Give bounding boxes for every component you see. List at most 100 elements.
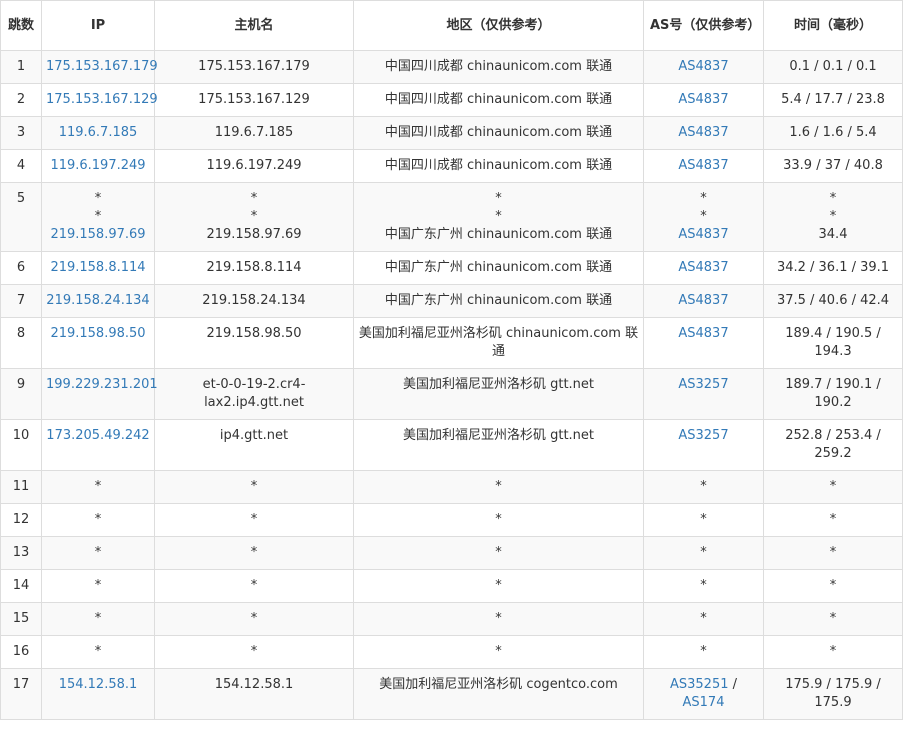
region-text: * (495, 479, 502, 494)
ip-link[interactable]: 154.12.58.1 (46, 676, 150, 694)
ip-link[interactable]: 175.153.167.129 (46, 91, 158, 109)
table-row: 11 * * * * * (0, 470, 903, 504)
ip-cell: 119.6.7.185 (41, 116, 155, 150)
asn-link[interactable]: AS4837 (678, 158, 728, 173)
ip-link[interactable]: 219.158.98.50 (46, 325, 150, 343)
hostname-cell: * (154, 569, 354, 603)
asn-cell: AS4837 (643, 284, 764, 318)
ip-link[interactable]: 219.158.97.69 (46, 226, 150, 244)
ip-text: * (94, 545, 102, 560)
time-text: 34.4 (818, 227, 848, 242)
table-row: 7 219.158.24.134 219.158.24.134 中国广东广州 chin… (0, 284, 903, 318)
asn-text: * (700, 545, 707, 560)
table-row: 13 * * * * * (0, 536, 903, 570)
region-text: 美国加利福尼亚州洛杉矶 gtt.net (402, 428, 595, 443)
ip-cell: 219.158.8.114 (41, 251, 155, 285)
hostname-text: 219.158.8.114 (206, 260, 302, 275)
asn-cell: AS3257 (643, 368, 764, 420)
table-row: 5 * * 219.158.97.69 * * 219.158.97.69 * * 中国广东广州 … (0, 182, 903, 252)
time-cell: * (763, 602, 903, 636)
asn-link[interactable]: AS4837 (678, 260, 728, 275)
hostname-text: ip4.gtt.net (219, 428, 289, 443)
asn-link[interactable]: AS35251 (670, 677, 729, 692)
time-cell: 33.9 / 37 / 40.8 (763, 149, 903, 183)
asn-line: * (648, 511, 759, 529)
header-hop: 跳数 (0, 0, 42, 51)
asn-cell: * (643, 569, 764, 603)
asn-cell: * (643, 602, 764, 636)
header-hostname: 主机名 (154, 0, 354, 51)
hostname-text: 219.158.97.69 (206, 227, 302, 242)
time-text: * (829, 191, 837, 206)
region-text: 中国广东广州 chinaunicom.com 联通 (384, 260, 613, 275)
hostname-cell: et-0-0-19-2.cr4-lax2.ip4.gtt.net (154, 368, 354, 420)
asn-text: * (700, 578, 707, 593)
asn-cell: AS4837 (643, 116, 764, 150)
asn-line: * (648, 478, 759, 496)
region-cell: 中国四川成都 chinaunicom.com 联通 (353, 116, 644, 150)
hostname-cell: * (154, 536, 354, 570)
time-text: 0.1 / 0.1 / 0.1 (789, 59, 877, 74)
asn-link[interactable]: AS4837 (678, 293, 728, 308)
ip-text: * (94, 644, 102, 659)
region-cell: * (353, 635, 644, 669)
region-cell: 中国四川成都 chinaunicom.com 联通 (353, 149, 644, 183)
hostname-cell: * (154, 635, 354, 669)
ip-link[interactable]: 119.6.197.249 (46, 157, 150, 175)
region-text: * (495, 191, 502, 206)
ip-link[interactable]: 119.6.7.185 (46, 124, 150, 142)
asn-link[interactable]: AS4837 (678, 59, 728, 74)
hostname-text: * (250, 545, 258, 560)
asn-line: AS3257 (648, 427, 759, 445)
hop-cell: 15 (0, 602, 42, 636)
hop-cell: 3 (0, 116, 42, 150)
hop-cell: 8 (0, 317, 42, 369)
ip-link[interactable]: 219.158.8.114 (46, 259, 150, 277)
ip-link[interactable]: 175.153.167.179 (46, 58, 158, 76)
ip-cell: 119.6.197.249 (41, 149, 155, 183)
hop-cell: 6 (0, 251, 42, 285)
hop-cell: 1 (0, 50, 42, 84)
time-text: * (829, 578, 837, 593)
ip-text: * (94, 578, 102, 593)
region-cell: * (353, 470, 644, 504)
asn-cell: AS4837 (643, 149, 764, 183)
hop-cell: 11 (0, 470, 42, 504)
time-text: 37.5 / 40.6 / 42.4 (776, 293, 890, 308)
hostname-cell: ip4.gtt.net (154, 419, 354, 471)
asn-link[interactable]: AS4837 (678, 92, 728, 107)
asn-separator: / (728, 677, 737, 692)
asn-link[interactable]: AS3257 (678, 377, 728, 392)
table-row: 8 219.158.98.50 219.158.98.50 美国加利福尼亚州洛杉矶 c… (0, 317, 903, 369)
asn-link[interactable]: AS4837 (678, 227, 728, 242)
asn-link[interactable]: AS174 (683, 695, 725, 710)
ip-cell: * (41, 536, 155, 570)
region-text: * (495, 644, 502, 659)
region-cell: 中国四川成都 chinaunicom.com 联通 (353, 83, 644, 117)
region-cell: * (353, 503, 644, 537)
time-text: 1.6 / 1.6 / 5.4 (789, 125, 877, 140)
region-cell: 美国加利福尼亚州洛杉矶 gtt.net (353, 368, 644, 420)
asn-link[interactable]: AS4837 (678, 125, 728, 140)
asn-link[interactable]: AS3257 (678, 428, 728, 443)
asn-link[interactable]: AS4837 (678, 326, 728, 341)
asn-text: * (700, 191, 707, 206)
ip-cell: 175.153.167.179 (41, 50, 158, 84)
hostname-text: * (250, 578, 258, 593)
hostname-cell: 219.158.98.50 (154, 317, 354, 369)
region-text: * (495, 512, 502, 527)
hostname-text: 219.158.24.134 (202, 293, 306, 308)
ip-cell: * (41, 503, 155, 537)
table-row: 9 199.229.231.201 et-0-0-19-2.cr4-lax2.ip4… (0, 368, 903, 420)
region-text: 美国加利福尼亚州洛杉矶 cogentco.com (379, 677, 618, 692)
region-cell: 美国加利福尼亚州洛杉矶 chinaunicom.com 联通 (353, 317, 644, 369)
region-cell: * * 中国广东广州 chinaunicom.com 联通 (353, 182, 644, 252)
table-body: 1 175.153.167.179 175.153.167.179 中国四川成都 ch… (0, 50, 903, 720)
ip-link[interactable]: 199.229.231.201 (46, 376, 158, 394)
hostname-text: 219.158.98.50 (206, 326, 302, 341)
hostname-text: et-0-0-19-2.cr4-lax2.ip4.gtt.net (202, 377, 306, 410)
ip-link[interactable]: 219.158.24.134 (46, 292, 150, 310)
ip-link[interactable]: 173.205.49.242 (46, 427, 150, 445)
ip-cell: 154.12.58.1 (41, 668, 155, 720)
ip-cell: * (41, 470, 155, 504)
